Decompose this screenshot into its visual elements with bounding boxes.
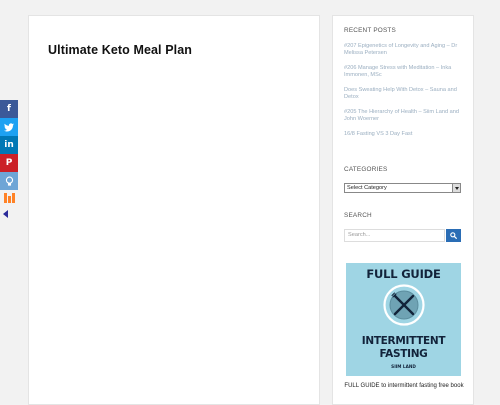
- category-select[interactable]: Select Category: [344, 183, 461, 193]
- article-card: Ultimate Keto Meal Plan: [28, 15, 320, 405]
- categories-heading: CATEGORIES: [344, 166, 388, 173]
- guide-caption: FULL GUIDE to intermittent fasting free …: [344, 383, 464, 389]
- intermittent-fasting-guide-image[interactable]: FULL GUIDE INTERMITTENT FASTING SIIM LAN…: [346, 263, 461, 376]
- search-input[interactable]: Search...: [344, 229, 445, 242]
- search-button[interactable]: [446, 229, 461, 242]
- linkedin-share-button[interactable]: in: [0, 136, 18, 154]
- guide-image-author: SIIM LAND: [391, 364, 416, 369]
- list-item[interactable]: #206 Manage Stress with Meditation – Ink…: [344, 65, 464, 79]
- list-item[interactable]: Does Sweating Help With Detox – Sauna an…: [344, 87, 464, 101]
- dropdown-arrow-icon[interactable]: [452, 184, 460, 192]
- sidebar: RECENT POSTS #207 Epigenetics of Longevi…: [332, 15, 474, 405]
- list-item[interactable]: #205 The Hierarchy of Health – Siim Land…: [344, 109, 464, 123]
- article-title: Ultimate Keto Meal Plan: [48, 43, 192, 57]
- recent-post-link[interactable]: #205 The Hierarchy of Health – Siim Land…: [344, 109, 459, 122]
- recent-post-link[interactable]: #207 Epigenetics of Longevity and Aging …: [344, 43, 457, 56]
- mix-share-button[interactable]: [0, 190, 18, 206]
- guide-image-title: FULL GUIDE: [366, 267, 441, 281]
- plate-fork-knife-icon: [383, 284, 425, 326]
- recent-post-link[interactable]: 16/8 Fasting VS 3 Day Fast: [344, 131, 412, 137]
- collapse-share-arrow-icon[interactable]: [3, 210, 8, 218]
- pinterest-icon: P: [5, 158, 13, 168]
- recent-post-link[interactable]: Does Sweating Help With Detox – Sauna an…: [344, 87, 457, 100]
- twitter-icon: [4, 122, 14, 131]
- linkedin-icon: in: [4, 140, 14, 150]
- guide-image-line2: INTERMITTENT: [361, 335, 446, 347]
- guide-image-line3: FASTING: [379, 348, 428, 360]
- twitter-share-button[interactable]: [0, 118, 18, 136]
- idea-share-button[interactable]: [0, 172, 18, 190]
- facebook-icon: f: [7, 104, 11, 114]
- facebook-share-button[interactable]: f: [0, 100, 18, 118]
- recent-posts-list: #207 Epigenetics of Longevity and Aging …: [344, 43, 464, 146]
- mix-icon: [3, 193, 15, 203]
- list-item[interactable]: #207 Epigenetics of Longevity and Aging …: [344, 43, 464, 57]
- category-select-value: Select Category: [347, 185, 387, 191]
- search-heading: SEARCH: [344, 212, 372, 219]
- list-item[interactable]: 16/8 Fasting VS 3 Day Fast: [344, 131, 464, 138]
- pinterest-share-button[interactable]: P: [0, 154, 18, 172]
- search-icon: [450, 232, 457, 239]
- recent-post-link[interactable]: #206 Manage Stress with Meditation – Ink…: [344, 65, 451, 78]
- share-bar: f in P: [0, 100, 18, 218]
- lightbulb-icon: [5, 176, 13, 186]
- recent-posts-heading: RECENT POSTS: [344, 27, 396, 34]
